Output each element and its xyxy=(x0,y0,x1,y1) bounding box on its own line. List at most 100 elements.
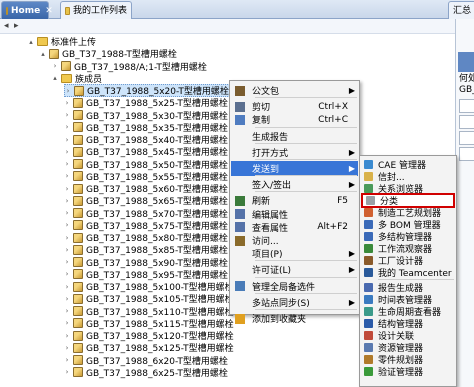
resource-manager-icon xyxy=(364,343,373,352)
collapsed-arrow-icon[interactable]: › xyxy=(65,87,71,95)
folder-icon xyxy=(61,73,72,83)
tree-node[interactable]: › GB_T37_1988_5x105-T型槽用螺栓 xyxy=(64,292,234,305)
tree-node-label: 标准件上传 xyxy=(51,38,97,48)
menu-item-label: 多站点同步(S) xyxy=(252,298,310,309)
tree-node[interactable]: › GB_T37_1988_5x115-T型槽用螺栓 xyxy=(64,317,234,330)
collapsed-arrow-icon[interactable]: › xyxy=(64,283,70,291)
send-to-item-my-teamcenter[interactable]: 我的 Teamcenter xyxy=(361,266,455,279)
summary-field[interactable] xyxy=(459,99,474,113)
menu-item-send-to[interactable]: 发送到 ▶ xyxy=(231,161,358,176)
collapsed-arrow-icon[interactable]: › xyxy=(64,332,70,340)
menu-separator xyxy=(255,292,357,294)
schedule-manager-icon xyxy=(364,295,373,304)
menu-item-label: 剪切 xyxy=(252,103,271,114)
tree-node[interactable]: › GB_T37_1988_6x20-T型槽用螺栓 xyxy=(64,354,228,367)
collapsed-arrow-icon[interactable]: › xyxy=(64,148,70,156)
tree-node[interactable]: › GB_T37_1988_5x25-T型槽用螺栓 xyxy=(64,96,228,109)
collapsed-arrow-icon[interactable]: › xyxy=(64,295,70,303)
menu-item-multisite[interactable]: 多站点同步(S) ▶ xyxy=(231,295,358,310)
tree-node[interactable]: › GB_T37_1988_5x100-T型槽用螺栓 xyxy=(64,280,234,293)
close-icon[interactable]: ✕ xyxy=(45,3,53,19)
tab-worklist[interactable]: 我的工作列表 xyxy=(60,1,132,19)
collapsed-arrow-icon[interactable]: › xyxy=(64,258,70,266)
collapsed-arrow-icon[interactable]: › xyxy=(64,136,70,144)
tree-node[interactable]: › GB_T37_1988_5x85-T型槽用螺栓 xyxy=(64,243,228,256)
tree-node[interactable]: › GB_T37_1988_5x50-T型槽用螺栓 xyxy=(64,158,228,171)
tree-node[interactable]: › GB_T37_1988_5x45-T型槽用螺栓 xyxy=(64,145,228,158)
tree-node[interactable]: ▴ 族成员 xyxy=(52,72,102,85)
collapsed-arrow-icon[interactable]: › xyxy=(64,319,70,327)
tree-node[interactable]: › GB_T37_1988_5x20-T型槽用螺栓 xyxy=(64,84,230,97)
tree-node[interactable]: › GB_T37_1988_5x125-T型槽用螺栓 xyxy=(64,341,234,354)
menu-item-global-alternates[interactable]: 管理全局备选件 xyxy=(231,279,358,294)
menu-item-project[interactable]: 项目(P) ▶ xyxy=(231,246,358,261)
menu-item-report[interactable]: 生成报告 xyxy=(231,129,358,144)
tab-summary-label: 汇总 xyxy=(453,5,472,16)
tree-node[interactable]: › GB_T37_1988_5x70-T型槽用螺栓 xyxy=(64,207,228,220)
collapsed-arrow-icon[interactable]: › xyxy=(64,160,70,168)
menu-item-briefcase[interactable]: 公文包 ▶ xyxy=(231,83,358,98)
context-menu: 公文包 ▶ 剪切 Ctrl+X 复制 Ctrl+C 生成报告 打开方式 ▶ 发送到 ▶ 签入/签出 ▶ 刷… xyxy=(229,80,360,325)
collapsed-arrow-icon[interactable]: › xyxy=(64,356,70,364)
tree-node[interactable]: › GB_T37_1988_5x90-T型槽用螺栓 xyxy=(64,256,228,269)
collapsed-arrow-icon[interactable]: › xyxy=(64,221,70,229)
menu-item-checkin[interactable]: 签入/签出 ▶ xyxy=(231,177,358,192)
summary-field[interactable] xyxy=(459,131,474,145)
collapsed-arrow-icon[interactable]: › xyxy=(64,344,70,352)
tree-node[interactable]: › GB_T37_1988/A;1-T型槽用螺栓 xyxy=(52,60,207,73)
collapsed-arrow-icon[interactable]: › xyxy=(64,209,70,217)
tree-node[interactable]: › GB_T37_1988_5x65-T型槽用螺栓 xyxy=(64,194,228,207)
menu-item-label: 发送到 xyxy=(252,165,280,175)
tab-summary[interactable]: 汇总 xyxy=(448,1,474,19)
summary-field[interactable] xyxy=(459,147,474,161)
collapsed-arrow-icon[interactable]: › xyxy=(64,123,70,131)
expanded-arrow-icon[interactable]: ▴ xyxy=(28,38,34,46)
tab-home[interactable]: Home ✕ xyxy=(1,1,53,19)
back-arrow-icon[interactable]: ◂ xyxy=(4,21,9,31)
tree-node[interactable]: ▴ 标准件上传 xyxy=(28,35,96,48)
collapsed-arrow-icon[interactable]: › xyxy=(64,185,70,193)
menu-item-open-with[interactable]: 打开方式 ▶ xyxy=(231,145,358,160)
tree-node[interactable]: › GB_T37_1988_5x110-T型槽用螺栓 xyxy=(64,305,234,318)
tree-node[interactable]: › GB_T37_1988_5x120-T型槽用螺栓 xyxy=(64,329,234,342)
menu-item-favorites[interactable]: 添加到收藏夹 xyxy=(231,311,358,326)
collapsed-arrow-icon[interactable]: › xyxy=(52,62,58,70)
summary-field[interactable] xyxy=(459,115,474,129)
collapsed-arrow-icon[interactable]: › xyxy=(64,270,70,278)
tree-node-label: GB_T37_1988_5x60-T型槽用螺栓 xyxy=(86,185,228,195)
report-builder-icon xyxy=(364,283,373,292)
collapsed-arrow-icon[interactable]: › xyxy=(64,111,70,119)
collapsed-arrow-icon[interactable]: › xyxy=(64,197,70,205)
tree-node[interactable]: › GB_T37_1988_5x55-T型槽用螺栓 xyxy=(64,170,228,183)
part-planner-icon xyxy=(364,355,373,364)
collapsed-arrow-icon[interactable]: › xyxy=(64,234,70,242)
favorites-icon xyxy=(235,313,245,324)
tree-node[interactable]: ▴ GB_T37_1988-T型槽用螺栓 xyxy=(40,47,177,60)
tree-node[interactable]: › GB_T37_1988_5x35-T型槽用螺栓 xyxy=(64,121,228,134)
item-icon xyxy=(73,122,83,133)
tree-node[interactable]: › GB_T37_1988_5x60-T型槽用螺栓 xyxy=(64,182,228,195)
tree-node-label: GB_T37_1988/A;1-T型槽用螺栓 xyxy=(74,62,207,73)
send-to-item-validation-manager[interactable]: 验证管理器 xyxy=(361,365,455,378)
collapsed-arrow-icon[interactable]: › xyxy=(64,368,70,376)
menu-item-label: 刷新 xyxy=(252,197,271,208)
tree-node[interactable]: › GB_T37_1988_5x30-T型槽用螺栓 xyxy=(64,109,228,122)
collapsed-arrow-icon[interactable]: › xyxy=(64,246,70,254)
collapsed-arrow-icon[interactable]: › xyxy=(64,172,70,180)
tree-node[interactable]: › GB_T37_1988_5x40-T型槽用螺栓 xyxy=(64,133,228,146)
collapsed-arrow-icon[interactable]: › xyxy=(64,307,70,315)
tree-node[interactable]: › GB_T37_1988_6x25-T型槽用螺栓 xyxy=(64,366,228,379)
expanded-arrow-icon[interactable]: ▴ xyxy=(52,74,58,82)
menu-item-label: 访问... xyxy=(252,237,279,247)
menu-item-copy[interactable]: 复制 Ctrl+C xyxy=(231,112,358,127)
tab-home-label: Home xyxy=(11,5,41,16)
forward-arrow-icon[interactable]: ▸ xyxy=(14,21,19,31)
item-icon xyxy=(73,367,83,378)
tree-node[interactable]: › GB_T37_1988_5x80-T型槽用螺栓 xyxy=(64,231,228,244)
collapsed-arrow-icon[interactable]: › xyxy=(64,99,70,107)
tree-node[interactable]: › GB_T37_1988_5x75-T型槽用螺栓 xyxy=(64,219,228,232)
tree-node[interactable]: › GB_T37_1988_5x95-T型槽用螺栓 xyxy=(64,268,228,281)
expanded-arrow-icon[interactable]: ▴ xyxy=(40,50,46,58)
where-referenced-label: 何处引 xyxy=(459,74,474,84)
menu-item-license[interactable]: 许可证(L) ▶ xyxy=(231,262,358,277)
